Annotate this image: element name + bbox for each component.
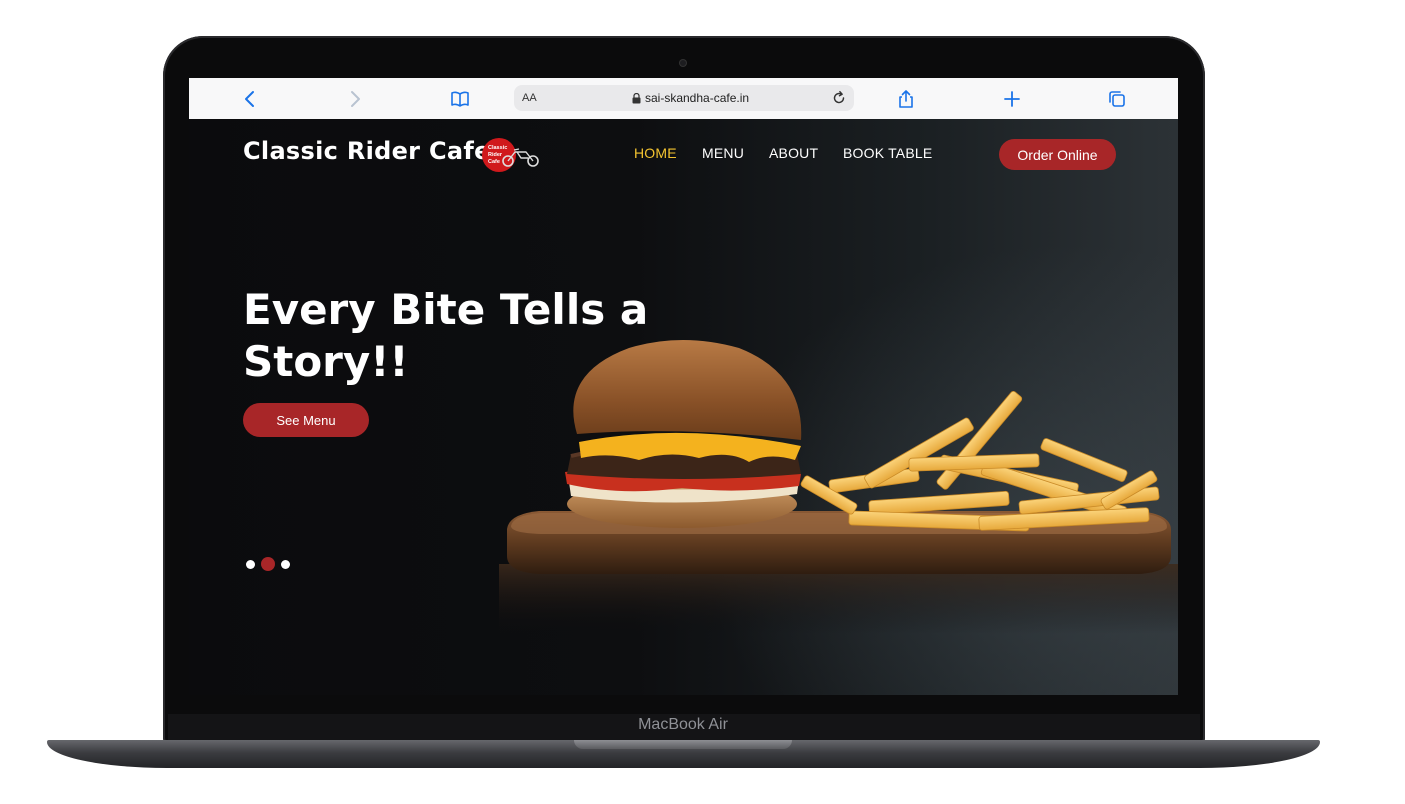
brand-logo[interactable]: Classic Rider Cafe [481, 137, 541, 173]
badge-line-2: Rider [488, 152, 503, 158]
badge-line-1: Classic [488, 145, 507, 151]
bookmarks-button[interactable] [447, 86, 473, 112]
slider-dots [246, 557, 290, 571]
new-tab-button[interactable] [999, 86, 1025, 112]
back-button[interactable] [237, 86, 263, 112]
plus-icon [1004, 91, 1020, 107]
tabs-icon [1109, 91, 1125, 107]
badge-line-3: Cafe [488, 159, 500, 165]
reload-icon[interactable] [830, 89, 848, 107]
nav-menu[interactable]: MENU [702, 145, 744, 161]
book-icon [451, 91, 469, 107]
device-label: MacBook Air [638, 716, 728, 733]
see-menu-button[interactable]: See Menu [243, 403, 369, 437]
hero-title-line-1: Every Bite Tells a [243, 285, 649, 334]
nav-book-table[interactable]: BOOK TABLE [843, 145, 932, 161]
browser-toolbar: AA sai-skandha-cafe.in [189, 78, 1178, 120]
lock-icon [632, 92, 641, 103]
address-bar[interactable]: AA sai-skandha-cafe.in [514, 85, 854, 111]
share-button[interactable] [893, 86, 919, 112]
share-icon [899, 90, 913, 108]
camera-icon [680, 60, 686, 66]
screen: AA sai-skandha-cafe.in Classic Rider Caf… [189, 78, 1178, 695]
brand-name[interactable]: Classic Rider Cafe [243, 137, 491, 165]
website: Classic Rider Cafe Classic Rider Cafe HO… [189, 119, 1178, 695]
slider-dot-active[interactable] [261, 557, 275, 571]
nav-about[interactable]: ABOUT [769, 145, 818, 161]
hero-title-line-2: Story!! [243, 337, 409, 386]
url-text: sai-skandha-cafe.in [645, 91, 750, 105]
hero-title: Every Bite Tells a Story!! [243, 284, 663, 388]
laptop-notch [574, 740, 792, 749]
chevron-right-icon [351, 91, 360, 107]
chevron-left-icon [245, 91, 254, 107]
url-display: sai-skandha-cafe.in [632, 91, 749, 105]
tabs-button[interactable] [1104, 86, 1130, 112]
reader-button[interactable]: AA [522, 92, 537, 104]
nav-home[interactable]: HOME [634, 145, 677, 161]
order-online-button[interactable]: Order Online [999, 139, 1116, 170]
slider-dot[interactable] [246, 559, 255, 569]
slider-dot[interactable] [281, 559, 290, 569]
forward-button[interactable] [342, 86, 368, 112]
